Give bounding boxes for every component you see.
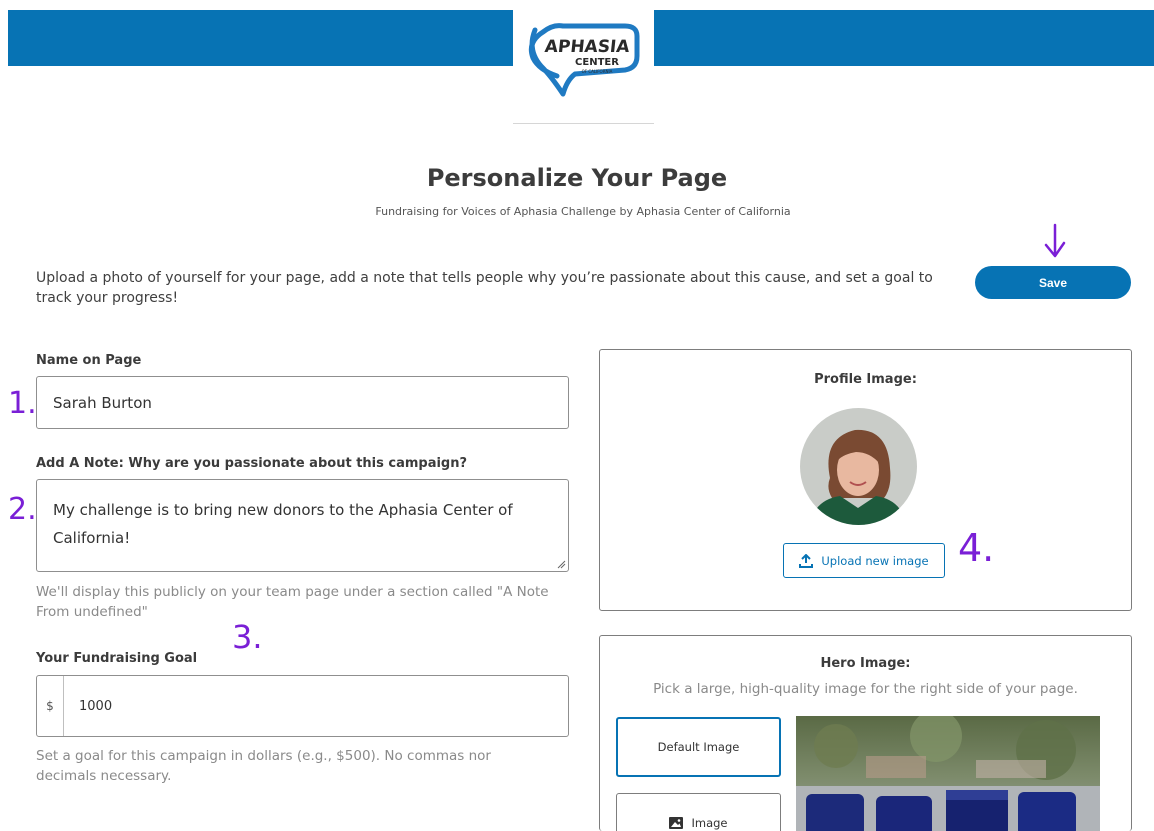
hero-image-title: Hero Image: xyxy=(820,656,911,671)
hero-image-panel: Hero Image: Pick a large, high-quality i… xyxy=(599,635,1132,831)
name-input[interactable]: Sarah Burton xyxy=(36,376,569,429)
note-help: We'll display this publicly on your team… xyxy=(36,584,549,620)
logo-text-1: APHASIA xyxy=(544,37,632,57)
page-title: Personalize Your Page xyxy=(426,164,728,192)
note-label: Add A Note: Why are you passionate about… xyxy=(36,456,468,471)
annotation-3: 3. xyxy=(232,618,263,656)
image-option-label: Image xyxy=(691,816,728,830)
hero-image-preview xyxy=(796,716,1100,831)
avatar xyxy=(800,408,917,525)
profile-image-title: Profile Image: xyxy=(814,372,917,387)
goal-value: 1000 xyxy=(79,699,113,714)
default-image-label: Default Image xyxy=(657,740,740,754)
down-arrow-annotation-icon xyxy=(1044,223,1066,258)
note-textarea[interactable]: My challenge is to bring new donors to t… xyxy=(36,479,569,572)
upload-icon xyxy=(799,553,814,568)
default-image-option[interactable]: Default Image xyxy=(616,717,781,777)
image-icon xyxy=(669,817,684,829)
annotation-2: 2. xyxy=(8,492,37,527)
intro-text: Upload a photo of yourself for your page… xyxy=(36,270,933,306)
upload-image-label: Upload new image xyxy=(821,553,929,568)
goal-help: Set a goal for this campaign in dollars … xyxy=(36,748,491,784)
resize-handle-icon[interactable] xyxy=(556,559,566,569)
logo-divider xyxy=(513,123,654,124)
profile-image-panel: Profile Image: Upload new image 4. xyxy=(599,349,1132,611)
goal-label: Your Fundraising Goal xyxy=(36,651,198,666)
upload-image-button[interactable]: Upload new image xyxy=(783,543,945,578)
goal-input[interactable]: $ 1000 xyxy=(36,675,569,737)
annotation-4: 4. xyxy=(958,526,995,570)
note-text: My challenge is to bring new donors to t… xyxy=(53,501,513,547)
image-option[interactable]: Image xyxy=(616,793,781,831)
annotation-1: 1. xyxy=(8,386,37,421)
logo[interactable]: APHASIA CENTER OF CALIFORNIA xyxy=(513,10,654,102)
logo-text-2: CENTER xyxy=(575,57,619,68)
currency-prefix: $ xyxy=(37,676,64,736)
page-subtitle: Fundraising for Voices of Aphasia Challe… xyxy=(375,205,791,218)
logo-text-3: OF CALIFORNIA xyxy=(582,69,613,74)
save-button[interactable]: Save xyxy=(975,266,1131,299)
name-label: Name on Page xyxy=(36,353,142,368)
hero-image-subtitle: Pick a large, high-quality image for the… xyxy=(653,681,1078,697)
